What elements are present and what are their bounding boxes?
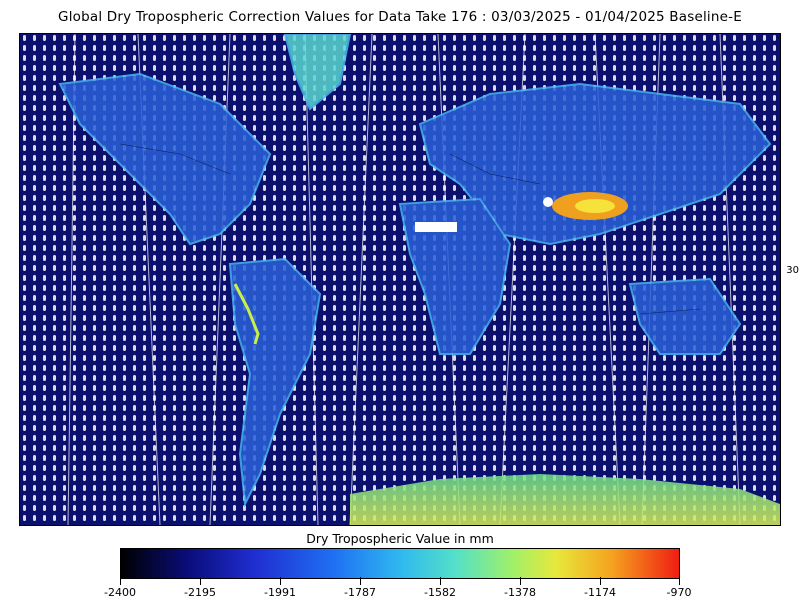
colorbar-tick bbox=[280, 577, 281, 585]
sahara-track-gap bbox=[415, 222, 457, 232]
colorbar-tick-label: -2400 bbox=[104, 586, 136, 599]
colorbar-tick bbox=[600, 577, 601, 585]
colorbar-tick-label: -1787 bbox=[344, 586, 376, 599]
colorbar-tick-label: -1378 bbox=[504, 586, 536, 599]
colorbar-tick-label: -1991 bbox=[264, 586, 296, 599]
colorbar-tick-label: -2195 bbox=[184, 586, 216, 599]
colorbar-tick bbox=[120, 577, 121, 585]
colorbar-tick bbox=[200, 577, 201, 585]
colorbar-tick-label: -1174 bbox=[584, 586, 616, 599]
colorbar-tick bbox=[440, 577, 441, 585]
colorbar-title: Dry Tropospheric Value in mm bbox=[306, 531, 494, 546]
edge-label: 30 bbox=[786, 265, 799, 276]
colorbar-tick bbox=[520, 577, 521, 585]
colorbar bbox=[120, 548, 680, 579]
colorbar-tick bbox=[679, 577, 680, 585]
chart-title: Global Dry Tropospheric Correction Value… bbox=[58, 9, 742, 25]
map-canvas bbox=[20, 34, 780, 525]
colorbar-tick bbox=[360, 577, 361, 585]
colorbar-tick-label: -1582 bbox=[424, 586, 456, 599]
world-map bbox=[19, 33, 781, 526]
colorbar-tick-label: -970 bbox=[666, 586, 692, 599]
